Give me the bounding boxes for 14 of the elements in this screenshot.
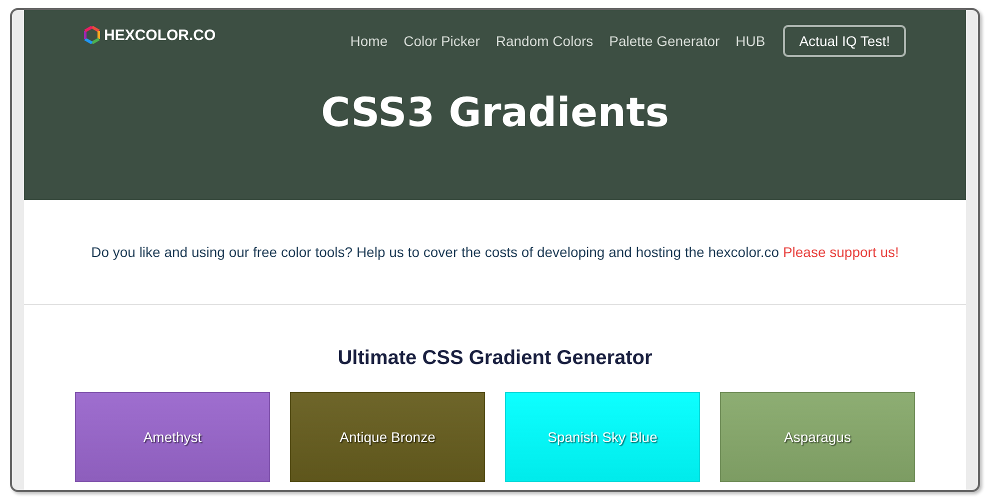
- nav-link[interactable]: Home: [350, 33, 388, 49]
- nav-link[interactable]: Random Colors: [496, 33, 594, 49]
- section-heading: Ultimate CSS Gradient Generator: [336, 347, 654, 370]
- site-logo-text[interactable]: HEXCOLOR.CO: [104, 26, 216, 44]
- page-title: CSS3 Gradients: [320, 90, 670, 136]
- gradient-card[interactable]: Amethyst: [75, 392, 270, 482]
- gradient-card[interactable]: Antique Bronze: [290, 392, 485, 482]
- nav-link[interactable]: Palette Generator: [609, 33, 720, 49]
- hexagon-logo-icon: [84, 26, 100, 44]
- nav-link[interactable]: Color Picker: [404, 33, 480, 49]
- iq-test-button[interactable]: Actual IQ Test!: [783, 25, 906, 57]
- support-link[interactable]: Please support us!: [782, 244, 899, 260]
- nav-link[interactable]: HUB: [736, 33, 766, 49]
- support-message: Do you like and using our free color tools? Help us to cover the costs of developing and hosting the hexcolor.co Please support us!: [91, 244, 899, 260]
